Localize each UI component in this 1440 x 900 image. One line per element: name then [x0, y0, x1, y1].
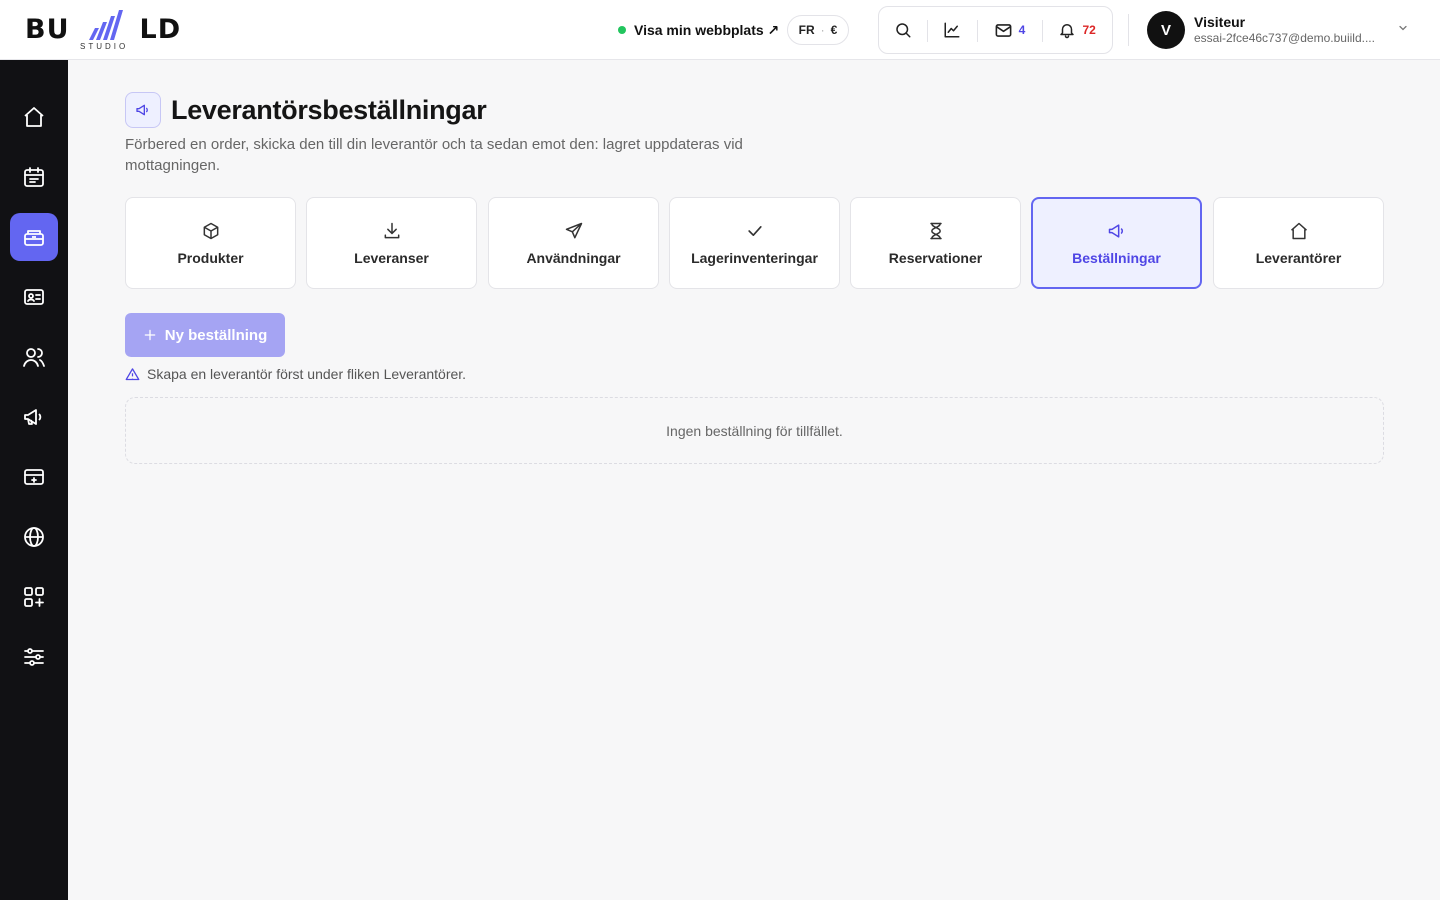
- logo-word-right: LD: [139, 14, 182, 45]
- new-order-button[interactable]: Ny beställning: [125, 313, 285, 357]
- tab-bestallningar[interactable]: Beställningar: [1031, 197, 1202, 289]
- chart-line-icon: [944, 22, 960, 38]
- user-name: Visiteur: [1194, 14, 1246, 30]
- sidebar-item-users[interactable]: [10, 333, 58, 381]
- payment-card-icon: [24, 469, 44, 485]
- language-currency-selector[interactable]: FR · €: [787, 15, 849, 45]
- sidebar-item-inventory[interactable]: [10, 213, 58, 261]
- tab-label: Lagerinventeringar: [691, 249, 818, 266]
- visit-website-label: Visa min webbplats ↗: [634, 21, 780, 38]
- megaphone-icon: [24, 409, 42, 425]
- hourglass-icon: [929, 222, 942, 239]
- language-code: FR: [798, 23, 815, 37]
- tab-label: Användningar: [526, 249, 621, 266]
- supplier-warning: Skapa en leverantör först under fliken L…: [125, 366, 466, 382]
- header-tools: 4 72: [878, 6, 1113, 54]
- sidebar-item-payments[interactable]: [10, 453, 58, 501]
- user-email: essai-2fce46c737@demo.buiild....: [1194, 31, 1375, 45]
- new-order-label: Ny beställning: [164, 326, 268, 344]
- build-studio-logo[interactable]: BU LD STUDIO: [25, 8, 185, 52]
- empty-state-text: Ingen beställning för tillfället.: [666, 422, 843, 439]
- globe-icon: [24, 527, 44, 547]
- tab-leverantorer[interactable]: Leverantörer: [1213, 197, 1384, 289]
- megaphone-icon: [136, 104, 148, 116]
- home-icon: [1290, 222, 1307, 239]
- plus-icon: [144, 329, 156, 341]
- visit-website-link[interactable]: Visa min webbplats ↗: [618, 19, 779, 41]
- messages-button[interactable]: 4: [976, 7, 1043, 53]
- users-icon: [23, 348, 45, 367]
- tab-anvandningar[interactable]: Användningar: [488, 197, 659, 289]
- analytics-button[interactable]: [926, 7, 977, 53]
- chevron-down-icon: [1399, 25, 1407, 31]
- box-icon: [203, 222, 218, 239]
- mail-icon: [995, 23, 1012, 37]
- search-icon: [896, 23, 911, 38]
- mail-count-badge: 4: [1018, 23, 1026, 37]
- tab-leveranser[interactable]: Leveranser: [306, 197, 477, 289]
- page-description: Förbered en order, skicka den till din l…: [125, 136, 743, 174]
- settings-sliders-icon: [24, 648, 44, 666]
- warning-triangle-icon: [125, 367, 140, 380]
- logo-subtitle: STUDIO: [80, 42, 129, 51]
- page-header: Leverantörsbeställningar: [125, 92, 487, 128]
- check-icon: [747, 225, 762, 236]
- notifications-button[interactable]: 72: [1042, 7, 1112, 53]
- download-icon: [384, 222, 399, 238]
- sidebar-item-marketing[interactable]: [10, 393, 58, 441]
- currency-symbol: €: [830, 23, 838, 37]
- sidebar-item-contacts[interactable]: [10, 273, 58, 321]
- notification-count-badge: 72: [1082, 23, 1096, 37]
- user-menu[interactable]: V Visiteur essai-2fce46c737@demo.buiild.…: [1147, 11, 1417, 49]
- sidebar-item-website[interactable]: [10, 513, 58, 561]
- tab-label: Beställningar: [1072, 249, 1161, 266]
- sidebar-item-calendar[interactable]: [10, 153, 58, 201]
- page-title: Leverantörsbeställningar: [171, 94, 487, 125]
- page-title-badge: [125, 92, 161, 128]
- send-icon: [565, 222, 582, 238]
- avatar: V: [1147, 11, 1185, 49]
- logo-bars-icon: [89, 10, 123, 40]
- tab-label: Leveranser: [354, 249, 429, 266]
- online-status-dot: [618, 26, 626, 34]
- header-divider: [1128, 14, 1129, 46]
- tab-label: Produkter: [177, 249, 244, 266]
- apps-add-icon: [24, 587, 44, 607]
- tab-lagerinventeringar[interactable]: Lagerinventeringar: [669, 197, 840, 289]
- separator-dot: ·: [820, 23, 825, 37]
- calendar-icon: [24, 167, 44, 187]
- megaphone-icon: [1108, 223, 1123, 238]
- warning-text: Skapa en leverantör först under fliken L…: [147, 366, 467, 382]
- logo-word-left: BU: [25, 14, 70, 45]
- module-tabs: Produkter Leveranser Användningar Lageri…: [125, 197, 1384, 289]
- home-icon: [24, 107, 44, 127]
- contact-card-icon: [24, 289, 44, 305]
- search-button[interactable]: [879, 7, 927, 53]
- sidebar: [0, 60, 68, 900]
- sidebar-item-home[interactable]: [10, 93, 58, 141]
- tab-reservationer[interactable]: Reservationer: [850, 197, 1021, 289]
- empty-state: Ingen beställning för tillfället.: [125, 397, 1384, 464]
- inventory-icon: [24, 230, 44, 246]
- tab-label: Leverantörer: [1255, 249, 1342, 266]
- tab-produkter[interactable]: Produkter: [125, 197, 296, 289]
- sidebar-item-settings[interactable]: [10, 633, 58, 681]
- sidebar-item-apps[interactable]: [10, 573, 58, 621]
- tab-label: Reservationer: [888, 249, 983, 266]
- top-header: BU LD STUDIO Visa min webbplats ↗ FR · € …: [0, 0, 1440, 60]
- bell-icon: [1060, 24, 1075, 39]
